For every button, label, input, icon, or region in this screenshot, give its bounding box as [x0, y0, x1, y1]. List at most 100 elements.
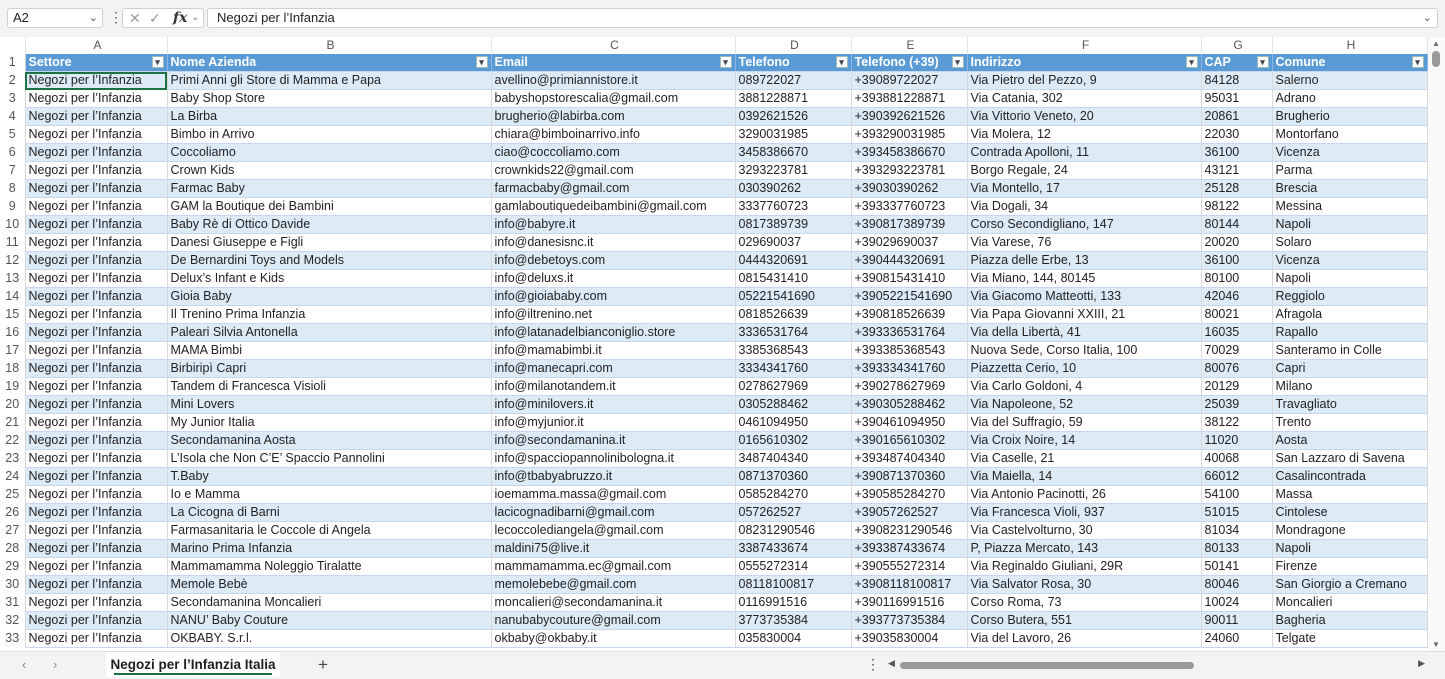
table-cell[interactable]: +393290031985: [851, 125, 968, 144]
table-cell[interactable]: Farmac Baby: [167, 179, 492, 198]
table-cell[interactable]: Birbiripì Capri: [167, 359, 492, 378]
table-cell[interactable]: nanubabycouture@gmail.com: [491, 611, 736, 630]
table-cell[interactable]: Messina: [1272, 197, 1428, 216]
row-number[interactable]: 14: [0, 287, 26, 306]
table-cell[interactable]: info@secondamanina.it: [491, 431, 736, 450]
table-cell[interactable]: Napoli: [1272, 269, 1428, 288]
table-cell[interactable]: T.Baby: [167, 467, 492, 486]
row-number[interactable]: 17: [0, 341, 26, 360]
row-number[interactable]: 9: [0, 197, 26, 216]
table-cell[interactable]: Brescia: [1272, 179, 1428, 198]
add-sheet-icon[interactable]: +: [318, 655, 328, 675]
table-cell[interactable]: info@minilovers.it: [491, 395, 736, 414]
table-cell[interactable]: 80133: [1201, 539, 1273, 558]
table-cell[interactable]: Firenze: [1272, 557, 1428, 576]
table-cell[interactable]: La Cicogna di Barni: [167, 503, 492, 522]
next-sheet-icon[interactable]: ›: [53, 657, 57, 672]
table-cell[interactable]: +393881228871: [851, 89, 968, 108]
confirm-icon[interactable]: ✓: [149, 9, 161, 27]
table-cell[interactable]: gamlaboutiquedeibambini@gmail.com: [491, 197, 736, 216]
table-cell[interactable]: info@babyre.it: [491, 215, 736, 234]
table-cell[interactable]: Parma: [1272, 161, 1428, 180]
table-cell[interactable]: De Bernardini Toys and Models: [167, 251, 492, 270]
table-cell[interactable]: 0305288462: [735, 395, 852, 414]
table-cell[interactable]: Negozi per l’Infanzia: [25, 449, 168, 468]
row-number[interactable]: 23: [0, 449, 26, 468]
table-cell[interactable]: Via Giacomo Matteotti, 133: [967, 287, 1202, 306]
table-cell[interactable]: 90011: [1201, 611, 1273, 630]
table-cell[interactable]: Bimbo in Arrivo: [167, 125, 492, 144]
table-cell[interactable]: info@latanadelbianconiglio.store: [491, 323, 736, 342]
table-cell[interactable]: Borgo Regale, 24: [967, 161, 1202, 180]
table-cell[interactable]: info@manecapri.com: [491, 359, 736, 378]
table-cell[interactable]: Negozi per l’Infanzia: [25, 161, 168, 180]
table-header-cell[interactable]: Telefono ▾: [735, 54, 852, 72]
table-cell[interactable]: 16035: [1201, 323, 1273, 342]
table-cell[interactable]: 3336531764: [735, 323, 852, 342]
table-cell[interactable]: Negozi per l’Infanzia: [25, 125, 168, 144]
table-cell[interactable]: Aosta: [1272, 431, 1428, 450]
table-cell[interactable]: 0815431410: [735, 269, 852, 288]
table-cell[interactable]: 3881228871: [735, 89, 852, 108]
insert-function-icon[interactable]: fx: [173, 9, 187, 27]
table-cell[interactable]: Io e Mamma: [167, 485, 492, 504]
table-cell[interactable]: Mondragone: [1272, 521, 1428, 540]
table-cell[interactable]: Paleari Silvia Antonella: [167, 323, 492, 342]
table-cell[interactable]: Vicenza: [1272, 251, 1428, 270]
table-cell[interactable]: Via Papa Giovanni XXIII, 21: [967, 305, 1202, 324]
table-cell[interactable]: +390165610302: [851, 431, 968, 450]
table-cell[interactable]: +390871370360: [851, 467, 968, 486]
table-cell[interactable]: Montorfano: [1272, 125, 1428, 144]
table-cell[interactable]: memolebebe@gmail.com: [491, 575, 736, 594]
more-options-icon[interactable]: ⋮: [109, 9, 123, 26]
table-cell[interactable]: Piazzetta Cerio, 10: [967, 359, 1202, 378]
table-cell[interactable]: 3385368543: [735, 341, 852, 360]
table-cell[interactable]: Via Caselle, 21: [967, 449, 1202, 468]
table-cell[interactable]: Via del Suffragio, 59: [967, 413, 1202, 432]
filter-dropdown-icon[interactable]: ▾: [151, 56, 164, 68]
row-number[interactable]: 13: [0, 269, 26, 288]
table-cell[interactable]: Milano: [1272, 377, 1428, 396]
table-cell[interactable]: Via Salvator Rosa, 30: [967, 575, 1202, 594]
filter-dropdown-icon[interactable]: ▾: [1411, 56, 1424, 68]
table-cell[interactable]: Il Trenino Prima Infanzia: [167, 305, 492, 324]
table-cell[interactable]: Baby Shop Store: [167, 89, 492, 108]
table-cell[interactable]: Negozi per l’Infanzia: [25, 233, 168, 252]
table-cell[interactable]: Via Dogali, 34: [967, 197, 1202, 216]
row-number[interactable]: 2: [0, 71, 26, 90]
column-header[interactable]: B: [167, 37, 492, 54]
table-cell[interactable]: 25039: [1201, 395, 1273, 414]
table-cell[interactable]: 81034: [1201, 521, 1273, 540]
table-cell[interactable]: Negozi per l’Infanzia: [25, 323, 168, 342]
table-cell[interactable]: info@danesisnc.it: [491, 233, 736, 252]
filter-dropdown-icon[interactable]: ▾: [951, 56, 964, 68]
table-cell[interactable]: La Birba: [167, 107, 492, 126]
table-cell[interactable]: Casalincontrada: [1272, 467, 1428, 486]
prev-sheet-icon[interactable]: ‹: [22, 657, 26, 672]
table-cell[interactable]: Napoli: [1272, 539, 1428, 558]
table-cell[interactable]: Via Varese, 76: [967, 233, 1202, 252]
table-cell[interactable]: +393337760723: [851, 197, 968, 216]
table-cell[interactable]: Primi Anni gli Store di Mamma e Papa: [167, 71, 492, 90]
table-header-cell[interactable]: Email ▾: [491, 54, 736, 72]
row-number[interactable]: 19: [0, 377, 26, 396]
table-cell[interactable]: Via Catania, 302: [967, 89, 1202, 108]
table-cell[interactable]: Via Montello, 17: [967, 179, 1202, 198]
table-cell[interactable]: 0165610302: [735, 431, 852, 450]
table-cell[interactable]: 24060: [1201, 629, 1273, 648]
table-cell[interactable]: Via della Libertà, 41: [967, 323, 1202, 342]
table-cell[interactable]: 3290031985: [735, 125, 852, 144]
table-cell[interactable]: info@mamabimbi.it: [491, 341, 736, 360]
table-cell[interactable]: Reggiolo: [1272, 287, 1428, 306]
table-cell[interactable]: 51015: [1201, 503, 1273, 522]
table-cell[interactable]: NANU’ Baby Couture: [167, 611, 492, 630]
scroll-left-icon[interactable]: ◀: [888, 658, 895, 669]
row-number[interactable]: 15: [0, 305, 26, 324]
table-cell[interactable]: 20861: [1201, 107, 1273, 126]
table-cell[interactable]: 3773735384: [735, 611, 852, 630]
table-cell[interactable]: 0444320691: [735, 251, 852, 270]
table-cell[interactable]: Crown Kids: [167, 161, 492, 180]
table-cell[interactable]: 05221541690: [735, 287, 852, 306]
table-cell[interactable]: Mammamamma Noleggio Tiralatte: [167, 557, 492, 576]
filter-dropdown-icon[interactable]: ▾: [719, 56, 732, 68]
